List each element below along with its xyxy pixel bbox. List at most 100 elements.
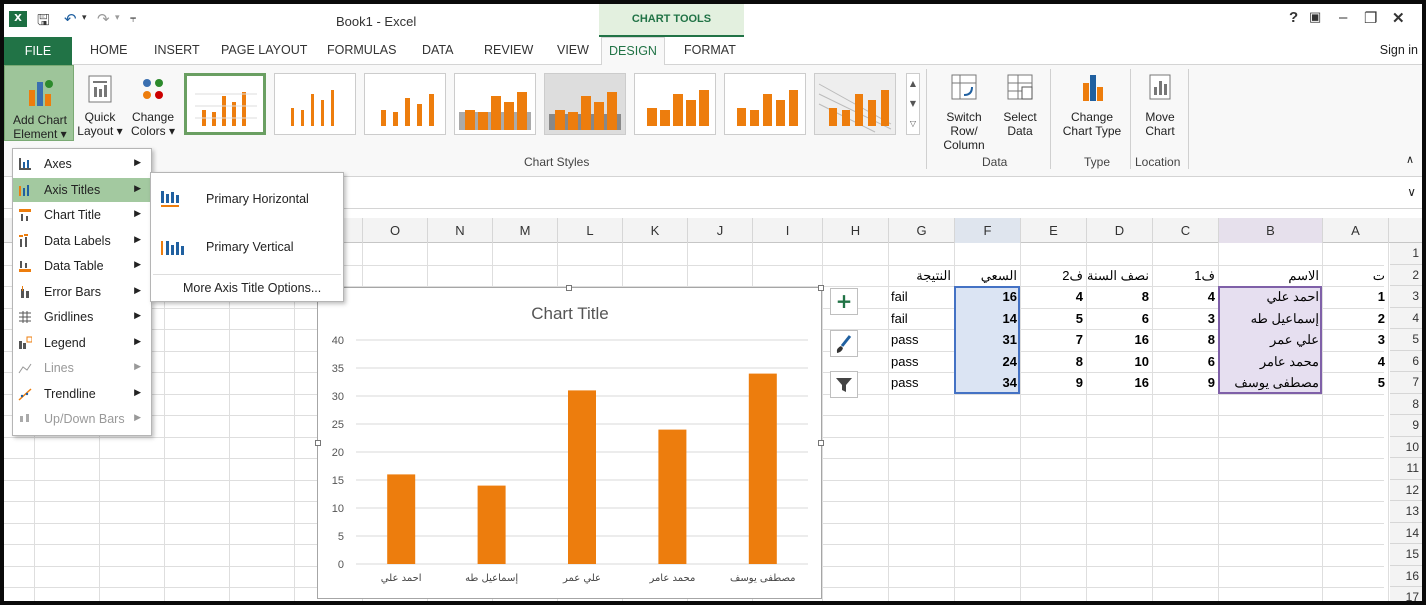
chart-style-thumbnail[interactable] bbox=[184, 73, 266, 135]
row-header[interactable]: 10 bbox=[1390, 436, 1422, 458]
cell-c3[interactable]: 4 bbox=[1152, 286, 1218, 307]
row-header[interactable]: 15 bbox=[1390, 544, 1422, 566]
column-header[interactable]: J bbox=[687, 218, 752, 243]
cell-c4[interactable]: 3 bbox=[1152, 308, 1218, 329]
chart-style-thumbnail[interactable] bbox=[364, 73, 446, 135]
quick-layout-button[interactable]: Quick Layout ▾ bbox=[76, 65, 124, 141]
tab-home[interactable]: HOME bbox=[90, 43, 128, 57]
column-header[interactable]: N bbox=[427, 218, 492, 243]
row-header[interactable]: 5 bbox=[1390, 329, 1422, 351]
row-header[interactable]: 14 bbox=[1390, 522, 1422, 544]
cell-d4[interactable]: 6 bbox=[1086, 308, 1152, 329]
more-axis-title-options-item[interactable]: More Axis Title Options... bbox=[151, 277, 343, 299]
expand-formula-bar-icon[interactable]: ∨ bbox=[1407, 185, 1416, 199]
menu-item-trendline[interactable]: Trendline ▶ bbox=[13, 382, 151, 407]
row-header[interactable]: 7 bbox=[1390, 372, 1422, 394]
resize-handle[interactable] bbox=[818, 440, 824, 446]
chart-styles-button[interactable] bbox=[830, 330, 858, 357]
cell-f7[interactable]: 34 bbox=[954, 372, 1020, 393]
cell-b4[interactable]: إسماعيل طه bbox=[1218, 308, 1322, 329]
column-header[interactable]: C bbox=[1152, 218, 1218, 243]
chart-title[interactable]: Chart Title bbox=[531, 304, 608, 323]
chart-elements-button[interactable]: + bbox=[830, 288, 858, 315]
cell-b5[interactable]: علي عمر bbox=[1218, 329, 1322, 350]
gallery-scroll[interactable]: ▲ ▼ ▽ bbox=[906, 73, 920, 135]
column-header[interactable]: F bbox=[954, 218, 1020, 243]
cell-g6[interactable]: pass bbox=[888, 351, 954, 372]
primary-horizontal-axis-title-item[interactable]: Primary Horizontal bbox=[151, 179, 343, 219]
tab-page-layout[interactable]: PAGE LAYOUT bbox=[221, 43, 307, 57]
resize-handle[interactable] bbox=[566, 285, 572, 291]
cell-g4[interactable]: fail bbox=[888, 308, 954, 329]
row-header[interactable]: 3 bbox=[1390, 286, 1422, 308]
menu-item-up-down-bars[interactable]: Up/Down Bars ▶ bbox=[13, 407, 151, 432]
row-header[interactable]: 11 bbox=[1390, 458, 1422, 480]
cell-g2[interactable]: النتيجة bbox=[888, 265, 954, 286]
cell-f3[interactable]: 16 bbox=[954, 286, 1020, 307]
menu-item-chart-title[interactable]: Chart Title ▶ bbox=[13, 203, 151, 228]
gallery-up-icon[interactable]: ▲ bbox=[907, 74, 919, 94]
chart-style-thumbnail[interactable] bbox=[274, 73, 356, 135]
help-icon[interactable]: ? bbox=[1289, 9, 1298, 26]
chart-style-thumbnail[interactable] bbox=[544, 73, 626, 135]
tab-formulas[interactable]: FORMULAS bbox=[327, 43, 396, 57]
cell-e5[interactable]: 7 bbox=[1020, 329, 1086, 350]
redo-icon[interactable]: ↷ bbox=[97, 10, 110, 28]
tab-format[interactable]: FORMAT bbox=[684, 43, 736, 57]
tab-design[interactable]: DESIGN bbox=[601, 37, 665, 66]
chart-bar[interactable] bbox=[658, 429, 687, 564]
chart-filters-button[interactable] bbox=[830, 371, 858, 398]
select-data-button[interactable]: Select Data bbox=[998, 73, 1042, 149]
column-header[interactable]: G bbox=[888, 218, 954, 243]
cell-a7[interactable]: 5 bbox=[1322, 372, 1388, 393]
column-header[interactable]: H bbox=[822, 218, 888, 243]
cell-a4[interactable]: 2 bbox=[1322, 308, 1388, 329]
cell-a2[interactable]: ت bbox=[1322, 265, 1388, 286]
cell-e3[interactable]: 4 bbox=[1020, 286, 1086, 307]
cell-g7[interactable]: pass bbox=[888, 372, 954, 393]
ribbon-display-options-icon[interactable]: ▣ bbox=[1309, 9, 1321, 25]
undo-icon[interactable]: ↶ bbox=[64, 10, 77, 28]
row-header[interactable]: 13 bbox=[1390, 501, 1422, 523]
chart-style-thumbnail[interactable] bbox=[454, 73, 536, 135]
cell-f2[interactable]: السعي bbox=[954, 265, 1020, 286]
chart-bar[interactable] bbox=[748, 373, 777, 564]
column-header[interactable]: E bbox=[1020, 218, 1086, 243]
menu-item-error-bars[interactable]: Error Bars ▶ bbox=[13, 280, 151, 305]
menu-item-axis-titles[interactable]: Axis Titles ▶ bbox=[13, 177, 151, 202]
gallery-more-icon[interactable]: ▽ bbox=[907, 114, 919, 134]
cell-e7[interactable]: 9 bbox=[1020, 372, 1086, 393]
cell-f4[interactable]: 14 bbox=[954, 308, 1020, 329]
row-header[interactable]: 2 bbox=[1390, 264, 1422, 286]
column-header[interactable]: M bbox=[492, 218, 557, 243]
menu-item-gridlines[interactable]: Gridlines ▶ bbox=[13, 305, 151, 330]
column-header[interactable]: K bbox=[622, 218, 687, 243]
tab-view[interactable]: VIEW bbox=[557, 43, 589, 57]
cell-f6[interactable]: 24 bbox=[954, 351, 1020, 372]
cell-c2[interactable]: ف1 bbox=[1152, 265, 1218, 286]
cell-a6[interactable]: 4 bbox=[1322, 351, 1388, 372]
row-header[interactable]: 4 bbox=[1390, 307, 1422, 329]
cell-d5[interactable]: 16 bbox=[1086, 329, 1152, 350]
cell-a5[interactable]: 3 bbox=[1322, 329, 1388, 350]
redo-dropdown-icon[interactable]: ▾ bbox=[115, 13, 120, 23]
switch-row-column-button[interactable]: Switch Row/ Column bbox=[932, 73, 996, 152]
row-header[interactable]: 16 bbox=[1390, 565, 1422, 587]
primary-vertical-axis-title-item[interactable]: Primary Vertical bbox=[151, 227, 343, 267]
change-chart-type-button[interactable]: Change Chart Type bbox=[1060, 73, 1124, 149]
change-colors-button[interactable]: Change Colors ▾ bbox=[125, 65, 181, 141]
collapse-ribbon-icon[interactable]: ∧ bbox=[1406, 153, 1414, 166]
cell-c7[interactable]: 9 bbox=[1152, 372, 1218, 393]
tab-review[interactable]: REVIEW bbox=[484, 43, 533, 57]
row-header[interactable]: 12 bbox=[1390, 479, 1422, 501]
chart-style-thumbnail[interactable] bbox=[814, 73, 896, 135]
cell-d3[interactable]: 8 bbox=[1086, 286, 1152, 307]
cell-d2[interactable]: نصف السنة bbox=[1086, 265, 1152, 286]
row-header[interactable]: 1 bbox=[1390, 243, 1422, 265]
minimize-icon[interactable]: – bbox=[1339, 9, 1347, 26]
row-header[interactable]: 8 bbox=[1390, 393, 1422, 415]
cell-e4[interactable]: 5 bbox=[1020, 308, 1086, 329]
move-chart-button[interactable]: Move Chart bbox=[1134, 73, 1186, 149]
column-header[interactable]: O bbox=[362, 218, 427, 243]
row-header[interactable]: 17 bbox=[1390, 587, 1422, 601]
